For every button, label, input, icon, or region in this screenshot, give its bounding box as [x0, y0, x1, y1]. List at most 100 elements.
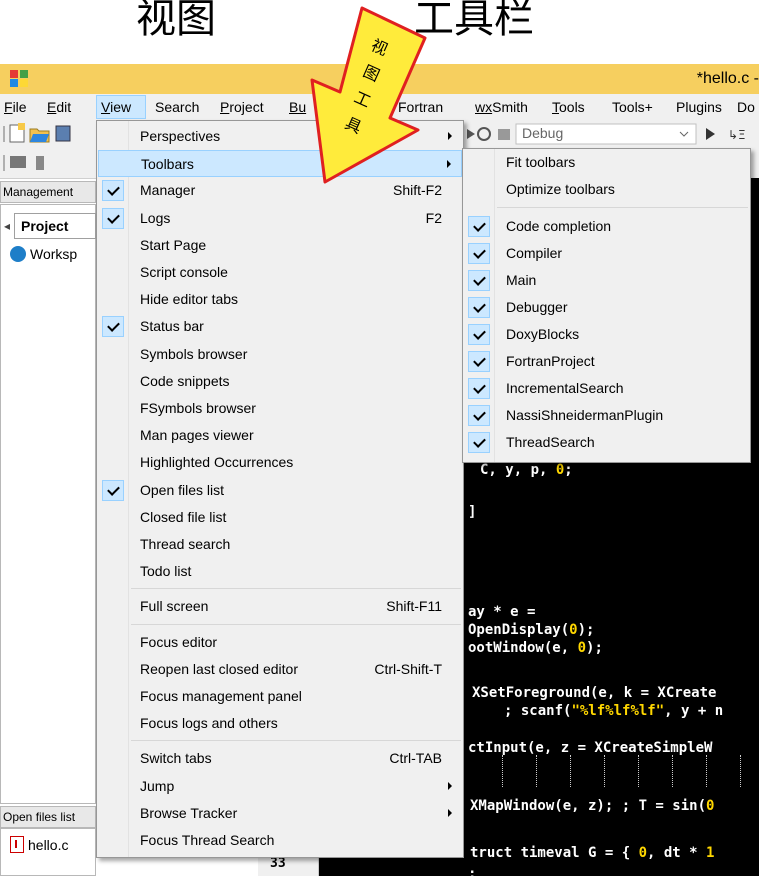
menu-item-label: Code completion — [506, 218, 612, 234]
menu-tools-[interactable]: Tools+ — [612, 99, 653, 115]
checkmark-icon — [468, 351, 490, 372]
view-menu-item-focus-logs-and-others[interactable]: Focus logs and others — [98, 710, 462, 737]
checkmark-icon — [102, 479, 124, 501]
view-menu-item-open-files-list[interactable]: Open files list — [98, 477, 462, 504]
toolbars-item-compiler[interactable]: Compiler — [464, 240, 749, 267]
view-menu-item-focus-thread-search[interactable]: Focus Thread Search — [98, 827, 462, 854]
menu-item-label: Optimize toolbars — [506, 181, 615, 197]
view-menu-item-symbols-browser[interactable]: Symbols browser — [98, 341, 462, 368]
view-menu-item-switch-tabs[interactable]: Switch tabs Ctrl-TAB — [98, 745, 462, 772]
menu-separator — [497, 207, 748, 208]
toolbars-item-code-completion[interactable]: Code completion — [464, 213, 749, 240]
menu-item-label: Focus management panel — [140, 688, 302, 704]
menu-file[interactable]: File — [4, 99, 27, 115]
menu-item-label: Focus logs and others — [140, 715, 278, 732]
checkmark-icon — [468, 297, 490, 318]
checkmark-icon — [102, 207, 124, 229]
view-menu-item-man-pages-viewer[interactable]: Man pages viewer — [98, 422, 462, 449]
view-menu-item-status-bar[interactable]: Status bar — [98, 313, 462, 340]
view-menu-item-highlighted-occurrences[interactable]: Highlighted Occurrences — [98, 449, 462, 476]
toolbars-item-doxyblocks[interactable]: DoxyBlocks — [464, 321, 749, 348]
checkmark-icon — [468, 324, 490, 345]
workspace-tree-item[interactable]: Worksp — [10, 246, 77, 262]
menu-item-label: Manager — [140, 182, 196, 199]
toolbars-item-optimize-toolbars[interactable]: Optimize toolbars — [464, 176, 749, 203]
tab-projects[interactable]: Project — [14, 213, 96, 239]
toolbars-item-fortranproject[interactable]: FortranProject — [464, 348, 749, 375]
run-icon — [467, 127, 491, 141]
toolbars-item-main[interactable]: Main — [464, 267, 749, 294]
debug-run-icon — [706, 128, 715, 140]
menu-item-label: IncrementalSearch — [506, 380, 624, 396]
submenu-arrow-icon — [448, 808, 452, 817]
view-menu-item-browse-tracker[interactable]: Browse Tracker — [98, 800, 462, 827]
open-file-label: hello.c — [28, 837, 69, 853]
code-line: XMapWindow(e, z); ; T = sin(0 — [470, 798, 715, 814]
menu-do[interactable]: Do — [737, 99, 755, 115]
menu-item-label: Jump — [140, 777, 175, 794]
view-menu-item-thread-search[interactable]: Thread search — [98, 531, 462, 558]
menu-item-label: Status bar — [140, 318, 204, 335]
menu-item-label: Toolbars — [141, 156, 194, 173]
menu-item-label: Symbols browser — [140, 345, 248, 362]
view-menu-item-reopen-last-closed-editor[interactable]: Reopen last closed editor Ctrl-Shift-T — [98, 656, 462, 683]
cb-icon — [10, 156, 26, 168]
open-file-item[interactable]: hello.c — [10, 836, 68, 853]
open-files-panel-title[interactable]: Open files list — [0, 806, 96, 828]
menu-tools[interactable]: Tools — [552, 99, 585, 115]
checkmark-icon — [468, 432, 490, 453]
jump-icon — [36, 156, 44, 170]
toolbars-item-nassishneidermanplugin[interactable]: NassiShneidermanPlugin — [464, 402, 749, 429]
menu-item-label: Debugger — [506, 299, 568, 315]
management-panel — [0, 204, 96, 804]
menu-view[interactable]: View — [101, 99, 131, 115]
code-line: ootWindow(e, 0); — [468, 640, 603, 656]
step-icon: ↳Ξ — [728, 128, 746, 142]
menu-plugins[interactable]: Plugins — [676, 99, 722, 115]
view-menu-item-logs[interactable]: Logs F2 — [98, 205, 462, 232]
callout-arrow — [310, 6, 427, 184]
view-menu-item-closed-file-list[interactable]: Closed file list — [98, 504, 462, 531]
toolbars-item-debugger[interactable]: Debugger — [464, 294, 749, 321]
menu-item-label: Script console — [140, 264, 228, 280]
workspace-icon — [10, 246, 26, 262]
menu-item-label: Hide editor tabs — [140, 291, 239, 308]
menu-item-shortcut: Shift-F11 — [386, 598, 442, 615]
workspace-label: Worksp — [30, 246, 78, 262]
menu-item-shortcut: Ctrl-TAB — [389, 750, 442, 767]
view-menu-item-todo-list[interactable]: Todo list — [98, 558, 462, 585]
menu-item-label: Focus editor — [140, 633, 218, 650]
code-line: XSetForeground(e, k = XCreate — [472, 685, 717, 701]
tab-scroll-left-icon[interactable]: ◂ — [0, 214, 14, 238]
management-panel-title[interactable]: Management — [0, 181, 96, 203]
submenu-arrow-icon — [448, 781, 452, 790]
menu-item-label: Perspectives — [140, 128, 221, 144]
view-menu-item-full-screen[interactable]: Full screen Shift-F11 — [98, 593, 462, 620]
view-menu-item-script-console[interactable]: Script console — [98, 259, 462, 286]
menu-item-label: NassiShneidermanPlugin — [506, 407, 664, 423]
menu-item-label: Open files list — [140, 481, 225, 498]
view-menu-item-code-snippets[interactable]: Code snippets — [98, 368, 462, 395]
menu-item-label: Todo list — [140, 563, 192, 580]
menu-wxsmith[interactable]: wxSmith — [475, 99, 528, 115]
view-menu-item-focus-management-panel[interactable]: Focus management panel — [98, 683, 462, 710]
menu-item-label: Main — [506, 272, 537, 288]
view-menu-item-hide-editor-tabs[interactable]: Hide editor tabs — [98, 286, 462, 313]
menu-search[interactable]: Search — [155, 99, 199, 115]
toolbars-item-incrementalsearch[interactable]: IncrementalSearch — [464, 375, 749, 402]
checkmark-icon — [468, 270, 490, 291]
view-menu-item-start-page[interactable]: Start Page — [98, 232, 462, 259]
view-menu-item-fsymbols-browser[interactable]: FSymbols browser — [98, 395, 462, 422]
view-menu-item-jump[interactable]: Jump — [98, 773, 462, 800]
view-menu-item-focus-editor[interactable]: Focus editor — [98, 629, 462, 656]
menu-edit[interactable]: Edit — [47, 99, 71, 115]
build-target-select[interactable]: Debug — [522, 125, 563, 141]
toolbars-item-fit-toolbars[interactable]: Fit toolbars — [464, 149, 749, 176]
toolbars-item-threadsearch[interactable]: ThreadSearch — [464, 429, 749, 456]
code-line: ; — [468, 866, 477, 882]
save-icon — [55, 125, 71, 142]
menu-project[interactable]: Project — [220, 99, 264, 115]
menu-item-label: FSymbols browser — [140, 400, 256, 416]
codeblocks-app-icon — [10, 70, 28, 87]
new-file-icon — [9, 123, 25, 143]
